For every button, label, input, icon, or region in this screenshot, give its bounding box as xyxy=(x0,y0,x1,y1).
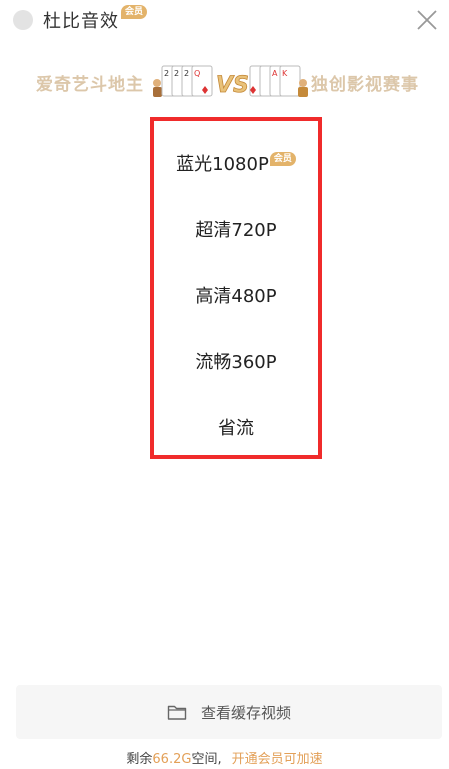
quality-option-1080p[interactable]: 蓝光1080P 会员 xyxy=(154,145,318,185)
left-cards-icon: 2 2 2 Q xyxy=(161,65,213,97)
quality-label: 超清720P xyxy=(195,220,277,241)
quality-option-360p[interactable]: 流畅360P xyxy=(154,343,318,383)
dolby-audio-toggle[interactable]: 杜比音效 会员 xyxy=(13,5,148,32)
folder-icon xyxy=(167,705,187,720)
quality-label: 高清480P xyxy=(195,286,277,307)
svg-text:2: 2 xyxy=(164,69,169,78)
card-game-illustration: 2 2 2 Q VS A K xyxy=(153,65,308,98)
svg-text:Q: Q xyxy=(194,69,200,78)
svg-text:2: 2 xyxy=(184,69,189,78)
banner-left-text: 爱奇艺斗地主 xyxy=(36,75,144,95)
promo-banner[interactable]: 爱奇艺斗地主 2 2 2 Q VS A K 独创影视赛事 xyxy=(0,58,449,104)
radio-icon[interactable] xyxy=(13,10,33,30)
right-cards-icon: A K xyxy=(249,65,301,97)
figure-head-icon xyxy=(153,79,161,87)
quality-option-480p[interactable]: 高清480P xyxy=(154,277,318,317)
upgrade-vip-link[interactable]: 开通会员可加速 xyxy=(232,752,323,767)
quality-label: 蓝光1080P xyxy=(176,154,269,175)
storage-info: 剩余66.2G空间, 开通会员可加速 xyxy=(0,748,449,767)
close-button[interactable] xyxy=(415,8,439,32)
banner-right-text: 独创影视赛事 xyxy=(311,75,419,95)
storage-prefix: 剩余 xyxy=(126,752,153,767)
quality-options-list: 蓝光1080P 会员 超清720P 高清480P 流畅360P 省流 xyxy=(150,117,322,459)
storage-amount: 66.2G xyxy=(152,752,192,767)
quality-option-720p[interactable]: 超清720P xyxy=(154,211,318,251)
close-icon[interactable] xyxy=(415,8,439,32)
vip-badge: 会员 xyxy=(269,152,296,166)
view-cached-videos-button[interactable]: 查看缓存视频 xyxy=(16,685,442,739)
cache-button-label: 查看缓存视频 xyxy=(200,703,291,722)
svg-text:2: 2 xyxy=(174,69,179,78)
vs-label: VS xyxy=(216,73,249,98)
quality-panel: 杜比音效 会员 爱奇艺斗地主 2 2 2 Q VS A K 独创影视赛事 蓝光1… xyxy=(0,0,449,769)
quality-option-data-saver[interactable]: 省流 xyxy=(154,409,318,449)
quality-label: 流畅360P xyxy=(195,352,277,373)
storage-suffix: 空间, xyxy=(191,752,222,767)
vip-badge: 会员 xyxy=(121,5,148,19)
dolby-label: 杜比音效 xyxy=(43,11,119,32)
svg-text:A: A xyxy=(272,69,278,78)
svg-text:K: K xyxy=(282,69,288,78)
quality-label: 省流 xyxy=(218,418,254,439)
